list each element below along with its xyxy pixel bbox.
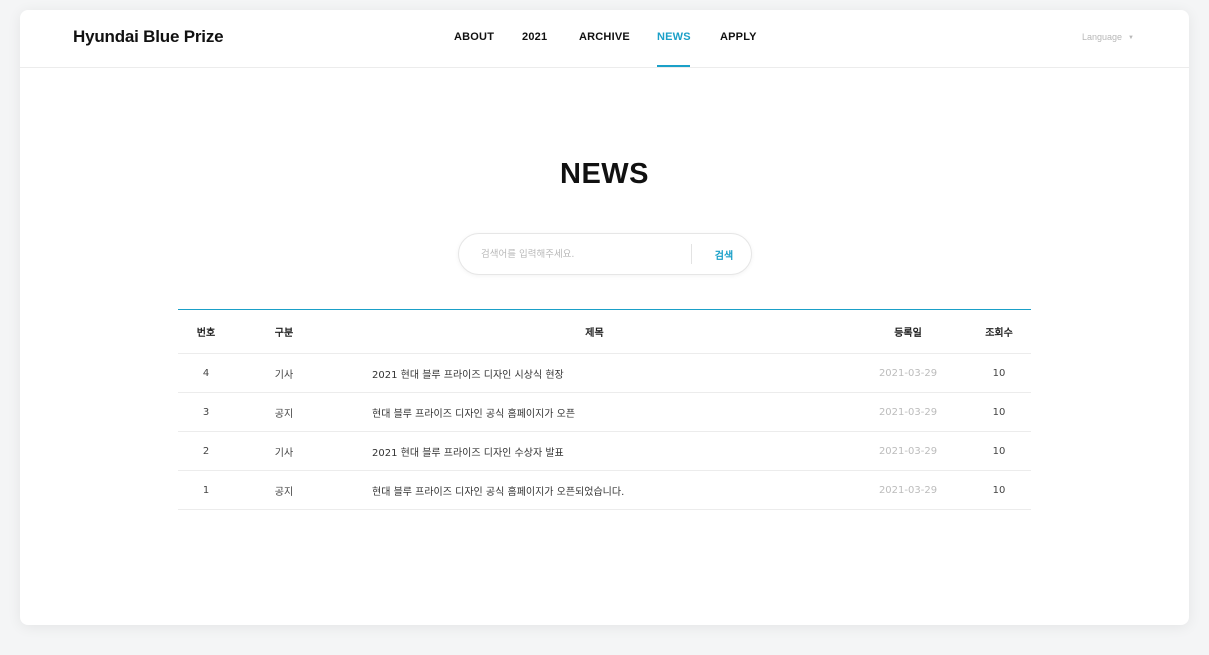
row-title-link[interactable]: 현대 블루 프라이즈 디자인 공식 홈페이지가 오픈되었습니다. <box>372 471 812 509</box>
row-views: 10 <box>992 445 1006 457</box>
nav-archive[interactable]: ARCHIVE <box>579 31 630 43</box>
news-table: 번호 구분 제목 등록일 조회수 4 기사 2021 현대 블루 프라이즈 디자… <box>178 309 1031 510</box>
column-header-category: 구분 <box>274 328 294 339</box>
column-header-title: 제목 <box>585 328 604 339</box>
column-header-date: 등록일 <box>894 328 922 339</box>
column-header-views: 조회수 <box>985 328 1013 339</box>
row-title-link[interactable]: 2021 현대 블루 프라이즈 디자인 수상자 발표 <box>372 432 812 470</box>
search-button[interactable]: 검색 <box>699 234 749 274</box>
language-label: Language <box>1082 32 1123 42</box>
search-divider <box>691 244 692 264</box>
language-selector[interactable]: Language ▼ <box>1082 32 1134 42</box>
row-category: 공지 <box>274 486 294 498</box>
page-title: NEWS <box>560 158 649 190</box>
row-date: 2021-03-29 <box>878 406 938 418</box>
row-title-link[interactable]: 현대 블루 프라이즈 디자인 공식 홈페이지가 오픈 <box>372 393 812 431</box>
search-input[interactable] <box>481 245 681 263</box>
nav-news[interactable]: NEWS <box>657 31 691 43</box>
row-category: 기사 <box>274 369 294 381</box>
row-views: 10 <box>992 484 1006 496</box>
column-header-number: 번호 <box>196 328 216 339</box>
nav-active-indicator <box>657 65 690 67</box>
table-header-row: 번호 구분 제목 등록일 조회수 <box>178 310 1031 354</box>
row-views: 10 <box>992 406 1006 418</box>
chevron-down-icon: ▼ <box>1128 34 1134 41</box>
row-number: 1 <box>202 484 210 496</box>
row-date: 2021-03-29 <box>878 445 938 457</box>
table-row[interactable]: 2 기사 2021 현대 블루 프라이즈 디자인 수상자 발표 2021-03-… <box>178 432 1031 471</box>
row-date: 2021-03-29 <box>878 484 938 496</box>
row-category: 공지 <box>274 408 294 420</box>
table-row[interactable]: 1 공지 현대 블루 프라이즈 디자인 공식 홈페이지가 오픈되었습니다. 20… <box>178 471 1031 510</box>
nav-2021[interactable]: 2021 <box>522 31 547 43</box>
brand-logo[interactable]: Hyundai Blue Prize <box>73 27 224 47</box>
site-header: Hyundai Blue Prize ABOUT 2021 ARCHIVE NE… <box>20 10 1189 68</box>
row-category: 기사 <box>274 447 294 459</box>
table-row[interactable]: 3 공지 현대 블루 프라이즈 디자인 공식 홈페이지가 오픈 2021-03-… <box>178 393 1031 432</box>
row-date: 2021-03-29 <box>878 367 938 379</box>
row-number: 3 <box>202 406 210 418</box>
row-number: 2 <box>202 445 210 457</box>
row-title-link[interactable]: 2021 현대 블루 프라이즈 디자인 시상식 현장 <box>372 354 812 392</box>
nav-about[interactable]: ABOUT <box>454 31 494 43</box>
row-views: 10 <box>992 367 1006 379</box>
table-row[interactable]: 4 기사 2021 현대 블루 프라이즈 디자인 시상식 현장 2021-03-… <box>178 354 1031 393</box>
app-window: Hyundai Blue Prize ABOUT 2021 ARCHIVE NE… <box>20 10 1189 625</box>
search-bar: 검색 <box>458 233 752 275</box>
row-number: 4 <box>202 367 210 379</box>
nav-apply[interactable]: APPLY <box>720 31 757 43</box>
